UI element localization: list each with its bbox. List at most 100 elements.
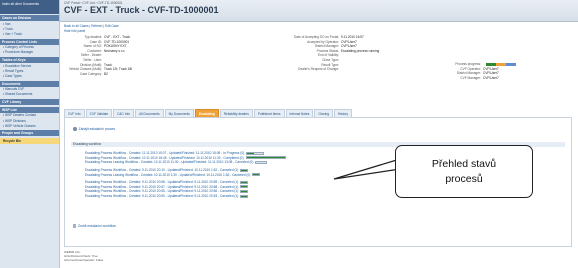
sidebar-item-recycle-bin[interactable]: Recycle Bin xyxy=(0,138,59,144)
info-field-value: B2 xyxy=(104,71,108,76)
workflow-progress-bar xyxy=(240,194,249,198)
info-field: Case Category: B2 xyxy=(64,72,108,76)
sidebar-section: Documents • Manuals CVF • Shared Documents xyxy=(0,80,59,97)
sidebar-sections: Cases on Division • Van • Truck • Van + Tru… xyxy=(0,15,59,144)
workflow-row-text[interactable]: Escalating Process Workflow - Created: 9… xyxy=(85,180,238,184)
workflow-list: Escalating Process Workflow - Created: 1… xyxy=(85,151,286,198)
sidebar-item[interactable]: • WSP Vehicle Classes xyxy=(0,123,59,128)
info-field: Customer: Neznamy s.r.o. xyxy=(64,49,125,53)
stop-escalation-label: Zrušit eskalační workflow xyxy=(78,224,116,228)
workflow-progress-fill xyxy=(241,190,248,192)
workflow-progress-fill xyxy=(241,195,248,197)
sidebar-item[interactable]: • Case Types xyxy=(0,73,59,78)
workflow-progress-fill xyxy=(241,169,248,171)
sidebar-section: Process Control Lists • Category of Proce… xyxy=(0,38,59,55)
workflow-progress-bar xyxy=(245,156,286,160)
info-field-label: Seller - User: xyxy=(83,58,102,62)
info-field-label: Division (Multi): xyxy=(80,62,102,67)
info-field: Date of Accepting SO on Portal: 9.11.2010… xyxy=(279,35,364,39)
workflow-row[interactable]: Escalating Process Workflow - Created: 9… xyxy=(85,194,286,199)
info-field-label: District Manager: xyxy=(314,44,339,49)
info-field-label: Process Status: xyxy=(316,48,339,53)
workflow-row-text[interactable]: Escalating Process Workflow - Created: 9… xyxy=(85,168,238,172)
workflow-progress-fill xyxy=(241,186,248,188)
workflow-progress-bar xyxy=(252,173,261,177)
workflow-progress-bar xyxy=(246,151,265,155)
workflow-row-text[interactable]: Escalating Process Workflow - Created: 9… xyxy=(85,185,238,189)
info-field: Case ID: CVF-TD-1000001 xyxy=(64,39,130,44)
sidebar-item[interactable]: • Shared Documents xyxy=(0,92,59,97)
info-field-label: CVF Manager: xyxy=(460,75,481,80)
info-field-label: Date of Accepting SO on Portal: xyxy=(293,35,339,39)
info-field: Vehicle Classes (Multi): Truck 12t; Truck… xyxy=(64,67,132,71)
info-field: Result Type: xyxy=(279,63,341,67)
case-info-panel: Typ dealera: CVF - EXT - Truck Case ID: CVF… xyxy=(64,34,572,104)
workflow-row-text[interactable]: Escalating Process Leasing Workflow - Cr… xyxy=(85,173,250,177)
info-field: CVF Operator: CVF\User7 xyxy=(449,67,499,71)
sidebar-item[interactable]: • Van + Truck xyxy=(0,31,59,36)
info-field: End of Validity: xyxy=(279,53,341,57)
info-field-value: CVF\User7 xyxy=(341,39,357,44)
page-title: CVF - EXT - Truck - CVF-TD-1000001 xyxy=(64,5,219,15)
info-field: Division (Multi): Truck xyxy=(64,63,112,67)
process-progress-bar xyxy=(486,62,516,66)
info-field-label: Result Type: xyxy=(321,62,339,67)
info-field-value: CVF\User7 xyxy=(483,75,499,80)
info-field-value: 9.11.2010 16:57 xyxy=(341,35,364,39)
workflow-row-text[interactable]: Escalating Process Workflow - Created: 9… xyxy=(85,189,238,193)
info-field-value: Truck xyxy=(104,62,112,67)
sidebar-section: CVF Library xyxy=(0,98,59,105)
info-field-value: Truck 12t; Truck 18t xyxy=(104,67,133,72)
info-field: Seller - Dealer: xyxy=(64,53,104,57)
hide-info-link[interactable]: Hide info panel xyxy=(64,29,85,33)
document-icon xyxy=(73,224,76,228)
sidebar-section-title[interactable]: CVF Library xyxy=(0,98,59,105)
progress-segment xyxy=(496,62,506,66)
info-field-label: Case Category: xyxy=(79,71,102,76)
workflow-progress-bar xyxy=(240,180,249,184)
progress-segment xyxy=(506,62,516,66)
start-escalation-link[interactable]: Zahájit eskalační proces xyxy=(73,127,115,131)
info-field: Typ dealera: CVF - EXT - Truck xyxy=(64,35,130,39)
stop-escalation-link[interactable]: Zrušit eskalační workflow xyxy=(73,224,116,228)
case-action-links[interactable]: Back to all Cases | Refresh | Edit Case xyxy=(64,24,119,28)
info-field-value: POKUSNY EXT xyxy=(104,44,127,49)
sidebar-top-label[interactable]: Index all other Documents xyxy=(0,0,59,14)
info-field: District Manager: CVF\User7 xyxy=(449,71,499,75)
info-field-label: Typ dealera: xyxy=(84,35,102,39)
workflow-row-text[interactable]: Escalating Process Workflow - Created: 1… xyxy=(85,151,244,155)
info-field-label: Accepted by Operator: xyxy=(307,39,339,44)
sidebar-item[interactable]: • Procedure Manager xyxy=(0,50,59,55)
info-field-value: CVF\User7 xyxy=(483,66,499,71)
info-field-label: Name of SO: xyxy=(83,44,102,49)
info-field-value: CVF\User7 xyxy=(483,71,499,76)
info-field-label: Case ID: xyxy=(89,39,102,44)
workflow-row-text[interactable]: Escalating Process Workflow - Created: 1… xyxy=(85,156,244,160)
info-field-label: Close Type: xyxy=(322,58,339,62)
workflow-row-text[interactable]: Escalating Process Leasing Workflow - Cr… xyxy=(85,160,253,164)
page-header: CVF Portal › CVF List › CVF-TD-1000001 C… xyxy=(60,0,578,22)
workflow-progress-bar xyxy=(255,160,268,164)
sidebar: Index all other Documents Cases on Divis… xyxy=(0,0,60,268)
info-field-value: CVF - EXT - Truck xyxy=(104,35,130,39)
info-field-label: CVF Operator: xyxy=(460,66,481,71)
workflow-row-text[interactable]: Escalating Process Workflow - Created: 9… xyxy=(85,194,238,198)
info-field-label: Dealer's Request of Change: xyxy=(298,67,339,72)
callout-text: Přehled stavů procesů xyxy=(396,157,532,187)
info-field-label: End of Validity: xyxy=(317,53,339,58)
info-field: Process Status: Escalating process runnin… xyxy=(279,48,380,53)
workflow-progress-fill xyxy=(241,181,248,183)
info-field-value: CVF\User7 xyxy=(341,44,357,49)
workflow-progress-bar xyxy=(240,189,249,193)
sidebar-section: Cases on Division • Van • Truck • Van + Tru… xyxy=(0,15,59,37)
debug-line-3: isCurrentUserOperator: False xyxy=(64,258,104,262)
sidebar-section: WSP List • WSP Dealers Contact • WSP Divis… xyxy=(0,106,59,129)
workflow-progress-fill xyxy=(253,174,260,176)
sidebar-section-title[interactable]: People and Groups xyxy=(0,130,59,137)
info-field: Process progress: xyxy=(449,62,483,66)
info-field-value: Neznamy s.r.o. xyxy=(104,48,126,53)
gear-icon xyxy=(73,127,77,131)
info-field: Dealer's Request of Change: xyxy=(279,67,341,71)
workflow-progress-bar xyxy=(240,185,249,189)
callout-line-2: procesů xyxy=(445,173,483,185)
